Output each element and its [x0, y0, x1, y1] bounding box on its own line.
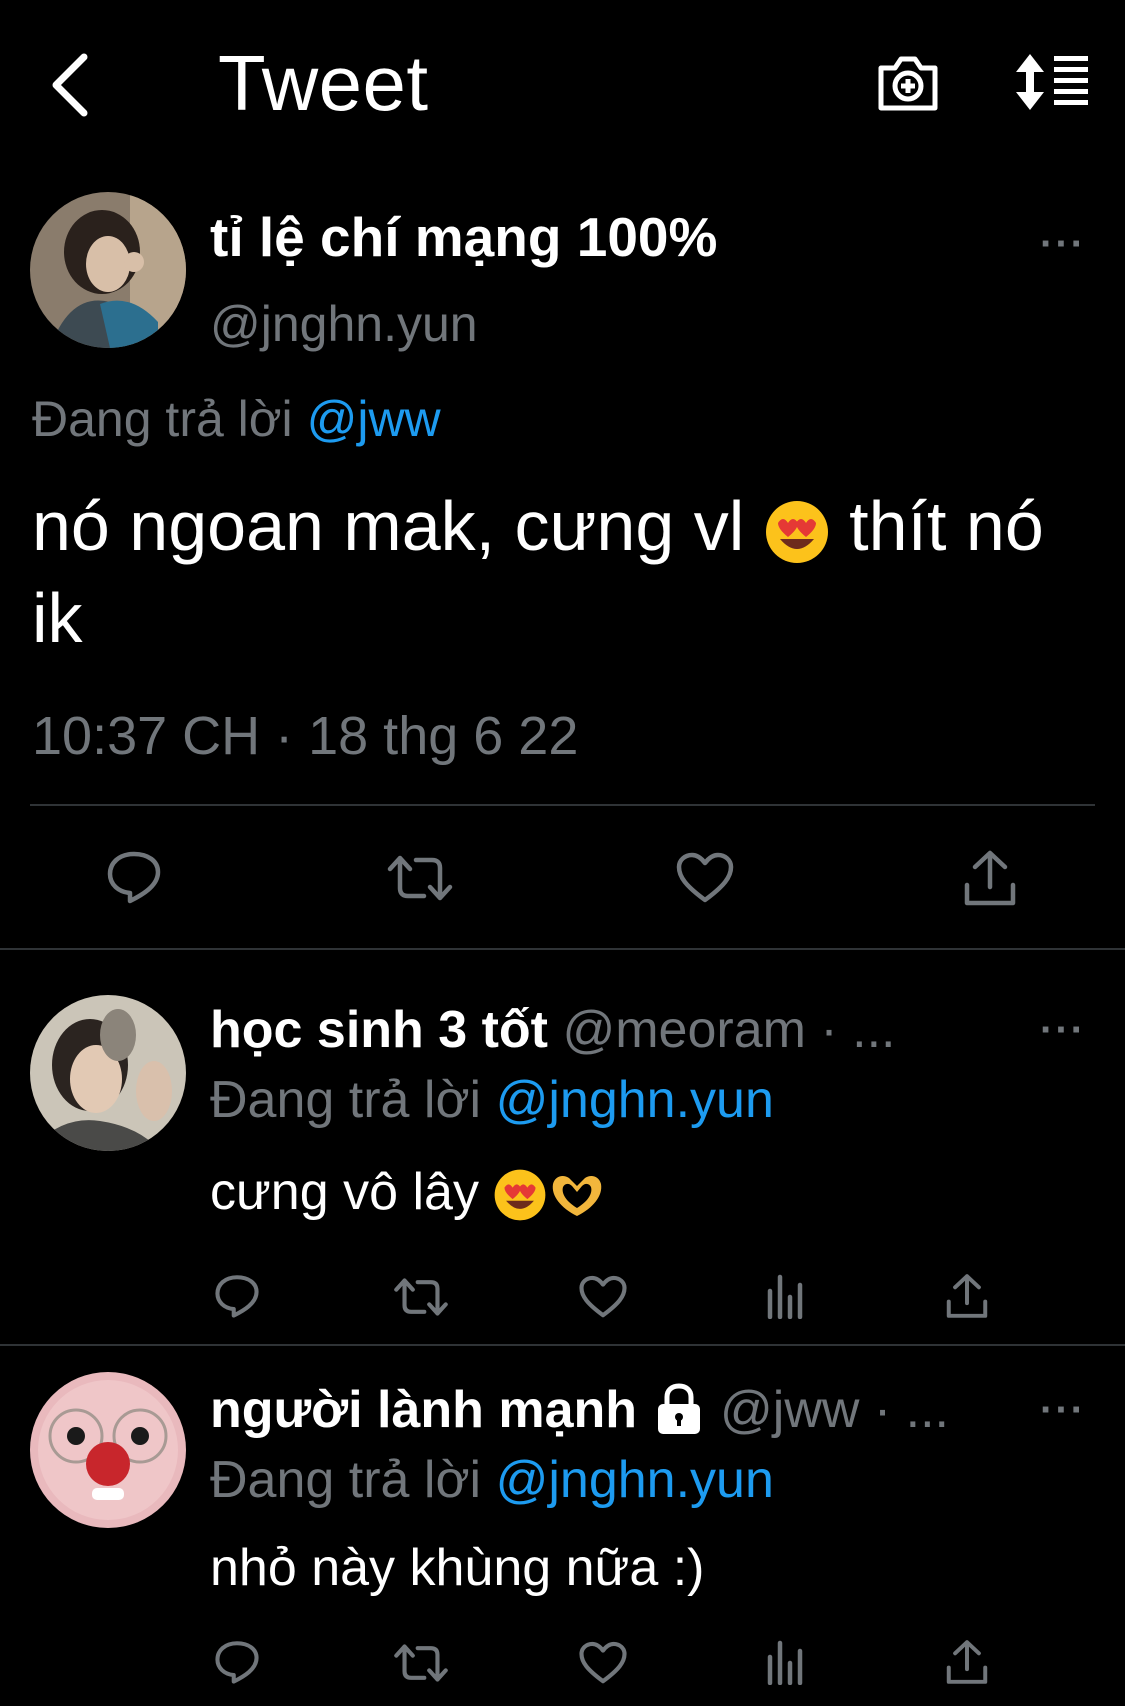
- reply-author-name[interactable]: học sinh 3 tốt @meoram · ...: [210, 1000, 896, 1060]
- share-icon: [946, 1274, 988, 1318]
- avatar[interactable]: [30, 995, 186, 1151]
- heart-hands-emoji-icon: [553, 1176, 602, 1217]
- sort-button[interactable]: [1012, 52, 1092, 112]
- more-options-icon[interactable]: ···: [1040, 1388, 1086, 1433]
- retweet-button[interactable]: [392, 1274, 450, 1320]
- retweet-button[interactable]: [385, 850, 455, 906]
- analytics-icon: [767, 1274, 803, 1319]
- reply-author-name[interactable]: người lành mạnh @jww · ...: [210, 1380, 949, 1440]
- sort-list-icon: [1016, 54, 1088, 110]
- replying-to-link[interactable]: @jnghn.yun: [496, 1071, 774, 1129]
- reply-icon: [215, 1641, 259, 1684]
- author-name[interactable]: tỉ lệ chí mạng 100%: [210, 205, 717, 269]
- reply-button[interactable]: [212, 1638, 262, 1686]
- heart-eyes-emoji-icon: [495, 1169, 546, 1221]
- reply-icon: [107, 851, 161, 904]
- camera-plus-icon: [878, 56, 938, 111]
- share-button[interactable]: [962, 848, 1018, 908]
- share-icon: [964, 850, 1016, 906]
- heart-icon: [676, 852, 734, 903]
- heart-icon: [579, 1275, 627, 1318]
- replying-to: Đang trả lời @jnghn.yun: [210, 1070, 774, 1130]
- analytics-icon: [767, 1640, 803, 1685]
- reply-text: cưng vô lây: [210, 1162, 607, 1222]
- author-handle[interactable]: @jnghn.yun: [210, 295, 478, 353]
- replying-to: Đang trả lời @jnghn.yun: [210, 1450, 774, 1510]
- retweet-button[interactable]: [392, 1640, 450, 1686]
- replying-prefix: Đang trả lời: [210, 1071, 482, 1129]
- replying-prefix: Đang trả lời: [210, 1451, 482, 1509]
- like-button[interactable]: [578, 1640, 628, 1686]
- analytics-button[interactable]: [764, 1638, 808, 1686]
- like-button[interactable]: [675, 850, 735, 906]
- heart-icon: [579, 1641, 627, 1684]
- lock-icon: [657, 1383, 700, 1435]
- reply-handle: @meoram · ...: [562, 1001, 896, 1059]
- more-options-icon[interactable]: ···: [1040, 1008, 1086, 1053]
- reply-handle: @jww · ...: [719, 1381, 949, 1439]
- divider: [0, 948, 1125, 950]
- replying-to-link[interactable]: @jww: [307, 391, 441, 447]
- tweet-timestamp: 10:37 CH · 18 thg 6 22: [32, 706, 579, 766]
- divider: [0, 1344, 1125, 1346]
- tweet-text-part1: nó ngoan mak, cưng vl: [32, 487, 764, 565]
- tweet-text: nó ngoan mak, cưng vl thít nó ik: [32, 480, 1092, 664]
- reply-icon: [215, 1275, 259, 1318]
- reply-button[interactable]: [212, 1272, 262, 1320]
- like-button[interactable]: [578, 1274, 628, 1320]
- retweet-icon: [394, 1278, 448, 1316]
- page-title: Tweet: [218, 39, 429, 127]
- replying-to-link[interactable]: @jnghn.yun: [496, 1451, 774, 1509]
- avatar[interactable]: [30, 192, 186, 348]
- share-button[interactable]: [944, 1638, 990, 1686]
- share-icon: [946, 1640, 988, 1684]
- reply-text-content: cưng vô lây: [210, 1163, 494, 1221]
- retweet-icon: [394, 1644, 448, 1682]
- share-button[interactable]: [944, 1272, 990, 1320]
- replying-prefix: Đang trả lời: [32, 391, 293, 447]
- more-options-icon[interactable]: ···: [1040, 222, 1086, 267]
- analytics-button[interactable]: [764, 1272, 808, 1320]
- avatar[interactable]: [30, 1372, 186, 1528]
- heart-eyes-emoji-icon: [765, 500, 828, 563]
- reply-button[interactable]: [104, 848, 164, 906]
- top-bar: Tweet: [0, 0, 1125, 175]
- reply-text: nhỏ này khùng nữa :): [210, 1539, 705, 1597]
- chevron-left-icon: [52, 53, 88, 117]
- reply-name-text: học sinh 3 tốt: [210, 1001, 548, 1059]
- retweet-icon: [387, 855, 453, 901]
- reply-name-text: người lành mạnh: [210, 1381, 638, 1439]
- back-button[interactable]: [40, 50, 100, 120]
- camera-button[interactable]: [875, 52, 941, 114]
- divider: [30, 804, 1095, 806]
- replying-to: Đang trả lời @jww: [32, 390, 441, 448]
